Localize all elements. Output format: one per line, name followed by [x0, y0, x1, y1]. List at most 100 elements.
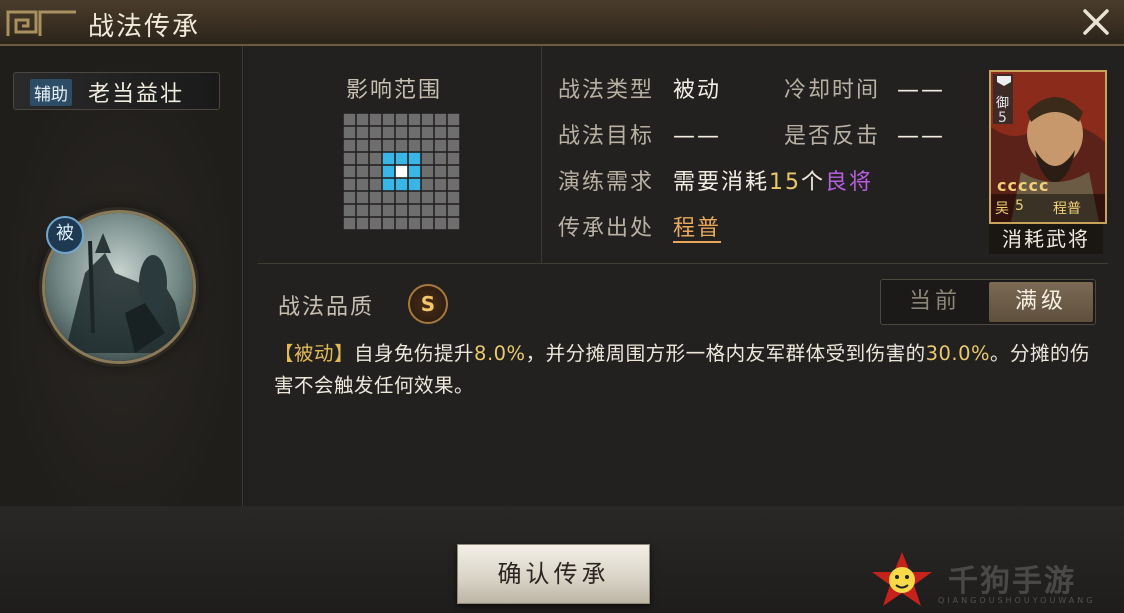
range-grid-cell	[408, 139, 421, 152]
range-grid-cell	[395, 191, 408, 204]
range-grid-cell	[395, 165, 408, 178]
range-grid-cell	[447, 139, 460, 152]
range-grid-cell	[356, 217, 369, 230]
range-grid-cell	[434, 165, 447, 178]
train-grade: 良将	[825, 170, 874, 195]
range-grid-cell	[447, 191, 460, 204]
range-grid-cell	[356, 165, 369, 178]
range-grid-cell	[434, 204, 447, 217]
range-grid-cell	[421, 126, 434, 139]
counter-value: ——	[897, 124, 946, 149]
close-icon[interactable]	[1080, 6, 1112, 38]
card-footer: 消耗武将	[989, 224, 1103, 254]
passive-badge: 被	[46, 216, 84, 254]
cooldown-label: 冷却时间	[784, 78, 881, 103]
card-general-name: 程普	[1053, 201, 1081, 217]
confirm-inherit-button[interactable]: 确认传承	[457, 544, 650, 604]
range-grid-cell	[447, 178, 460, 191]
range-grid-cell	[343, 113, 356, 126]
range-grid-cell	[382, 139, 395, 152]
range-grid-cell	[447, 204, 460, 217]
skill-type-value: 被动	[673, 78, 722, 103]
train-prefix: 需要消耗	[673, 170, 770, 195]
divider-vertical	[541, 46, 542, 263]
toggle-current-button[interactable]: 当前	[883, 282, 987, 322]
range-grid-cell	[343, 178, 356, 191]
card-corner-num: 5	[998, 110, 1007, 126]
range-grid-cell	[369, 165, 382, 178]
desc-part2: ，并分摊周围方形一格内友军群体受到伤害的	[525, 342, 926, 365]
range-grid-cell	[343, 165, 356, 178]
consume-general-card[interactable]: 御 5 ccccc 吴 5 程普 消耗武将	[989, 70, 1107, 276]
range-grid-cell	[343, 204, 356, 217]
range-title: 影响范围	[346, 78, 443, 103]
range-grid-cell	[434, 126, 447, 139]
train-label: 演练需求	[558, 170, 655, 195]
target-value: ——	[673, 124, 722, 149]
window-title: 战法传承	[88, 12, 201, 42]
range-grid-cell	[447, 152, 460, 165]
divider-horizontal	[258, 263, 1108, 264]
skill-description: 【被动】自身免伤提升8.0%，并分摊周围方形一格内友军群体受到伤害的30.0%。…	[274, 338, 1094, 402]
range-grid-cell	[343, 191, 356, 204]
range-grid-cell	[356, 126, 369, 139]
range-grid-cell	[382, 178, 395, 191]
range-grid-cell	[343, 152, 356, 165]
range-grid-cell	[421, 152, 434, 165]
train-unit: 个	[801, 170, 826, 195]
range-grid-cell	[382, 126, 395, 139]
cooldown-value: ——	[897, 78, 946, 103]
toggle-max-button[interactable]: 满级	[989, 282, 1093, 322]
range-grid-cell	[382, 165, 395, 178]
skill-name: 老当益壮	[88, 82, 185, 107]
range-grid-cell	[395, 217, 408, 230]
title-ornament-icon	[6, 10, 76, 36]
range-grid	[343, 113, 460, 230]
range-grid-cell	[408, 126, 421, 139]
range-grid-cell	[343, 139, 356, 152]
range-grid-cell	[382, 191, 395, 204]
range-grid-cell	[408, 217, 421, 230]
range-grid-cell	[434, 217, 447, 230]
range-grid-cell	[408, 178, 421, 191]
card-coins: ccccc	[997, 176, 1050, 195]
general-portrait: 御 5 ccccc 吴 5 程普	[989, 70, 1107, 224]
range-grid-cell	[421, 165, 434, 178]
range-grid-cell	[395, 204, 408, 217]
range-grid-cell	[369, 152, 382, 165]
range-grid-cell	[421, 217, 434, 230]
range-grid-cell	[421, 191, 434, 204]
range-grid-cell	[369, 113, 382, 126]
range-grid-cell	[421, 113, 434, 126]
range-grid-cell	[356, 191, 369, 204]
range-grid-cell	[447, 126, 460, 139]
range-grid-cell	[447, 113, 460, 126]
level-toggle: 当前 满级	[880, 279, 1096, 325]
source-label: 传承出处	[558, 216, 655, 241]
range-grid-cell	[395, 139, 408, 152]
range-grid-cell	[421, 139, 434, 152]
range-grid-cell	[395, 113, 408, 126]
range-grid-cell	[382, 204, 395, 217]
train-count: 15	[769, 170, 802, 195]
range-grid-cell	[434, 191, 447, 204]
range-grid-cell	[408, 204, 421, 217]
attr-row-cooldown: 冷却时间 ——	[784, 72, 945, 104]
source-general-link[interactable]: 程普	[673, 216, 721, 241]
skill-name-tag: 辅助 老当益壮	[13, 72, 220, 110]
range-grid-cell	[408, 191, 421, 204]
range-grid-cell	[343, 217, 356, 230]
range-grid-cell	[434, 113, 447, 126]
range-grid-cell	[434, 178, 447, 191]
range-grid-cell	[421, 204, 434, 217]
skill-category-badge: 辅助	[30, 79, 72, 106]
range-grid-cell	[447, 217, 460, 230]
range-grid-cell	[395, 152, 408, 165]
counter-label: 是否反击	[784, 124, 881, 149]
title-bar: 战法传承	[0, 0, 1124, 46]
attr-row-target: 战法目标 ——	[558, 118, 721, 150]
range-grid-cell	[434, 139, 447, 152]
attr-row-type: 战法类型 被动	[558, 72, 721, 104]
range-grid-cell	[382, 152, 395, 165]
attr-row-source: 传承出处 程普	[558, 210, 721, 242]
